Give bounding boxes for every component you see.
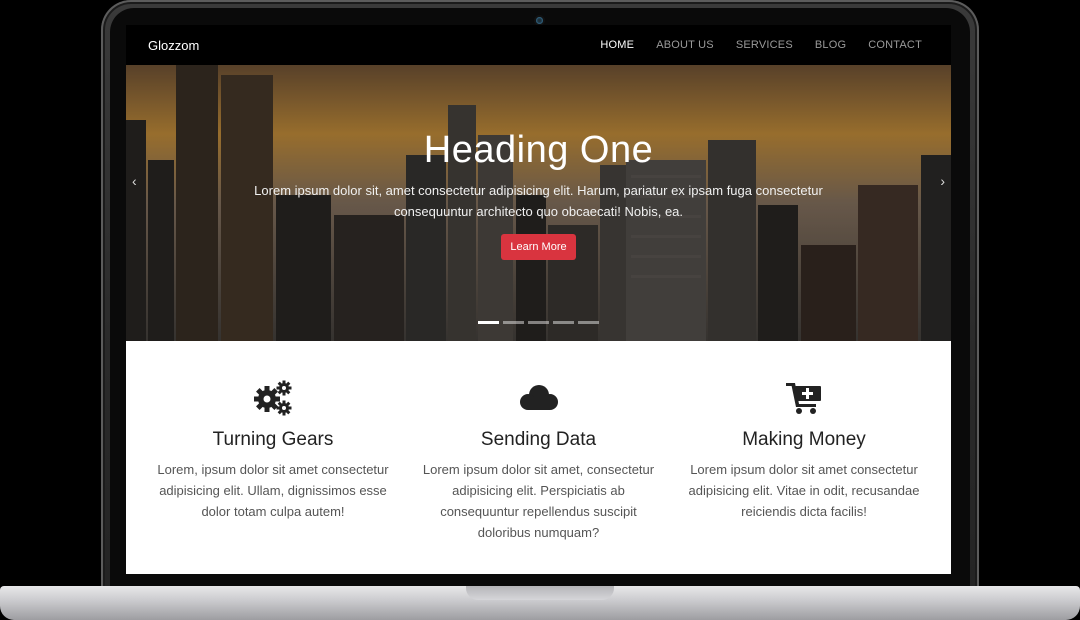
nav-link-about-us[interactable]: ABOUT US bbox=[656, 39, 714, 51]
feature-text: Lorem, ipsum dolor sit amet consectetur … bbox=[157, 462, 389, 519]
hero-carousel: ‹ › Heading One Lorem ipsum dolor sit, a… bbox=[126, 65, 951, 341]
navbar: Glozzom HOME ABOUT US SERVICES BLOG CONT… bbox=[126, 25, 951, 65]
learn-more-button[interactable]: Learn More bbox=[501, 234, 576, 260]
carousel-indicator[interactable] bbox=[503, 321, 524, 324]
features-section: Turning Gears Lorem, ipsum dolor sit ame… bbox=[126, 341, 951, 543]
nav-link-contact[interactable]: CONTACT bbox=[868, 39, 922, 51]
feature-title: Turning Gears bbox=[212, 429, 334, 450]
nav-link-services[interactable]: SERVICES bbox=[736, 39, 793, 51]
nav-link-home[interactable]: HOME bbox=[600, 39, 634, 51]
gears-icon bbox=[153, 379, 393, 417]
feature-sending-data: Sending Data Lorem ipsum dolor sit amet,… bbox=[419, 379, 659, 543]
webcam-icon bbox=[536, 17, 543, 24]
nav-link-blog[interactable]: BLOG bbox=[815, 39, 846, 51]
feature-title: Making Money bbox=[742, 429, 866, 450]
hero-caption: Heading One Lorem ipsum dolor sit, amet … bbox=[126, 129, 951, 260]
carousel-indicator[interactable] bbox=[528, 321, 549, 324]
feature-text: Lorem ipsum dolor sit amet, consectetur … bbox=[422, 462, 655, 540]
website-screen: Glozzom HOME ABOUT US SERVICES BLOG CONT… bbox=[126, 25, 951, 574]
hero-text: Lorem ipsum dolor sit, amet consectetur … bbox=[254, 183, 823, 219]
feature-text: Lorem ipsum dolor sit amet consectetur a… bbox=[688, 462, 920, 519]
feature-making-money: Making Money Lorem ipsum dolor sit amet … bbox=[684, 379, 924, 543]
brand-logo[interactable]: Glozzom bbox=[148, 38, 199, 53]
nav-links: HOME ABOUT US SERVICES BLOG CONTACT bbox=[600, 39, 922, 51]
laptop-base-notch bbox=[466, 586, 614, 600]
cloud-icon bbox=[419, 379, 659, 417]
hero-title: Heading One bbox=[423, 129, 654, 171]
carousel-indicator[interactable] bbox=[478, 321, 499, 324]
carousel-indicators bbox=[126, 321, 951, 324]
feature-turning-gears: Turning Gears Lorem, ipsum dolor sit ame… bbox=[153, 379, 393, 543]
carousel-indicator[interactable] bbox=[578, 321, 599, 324]
carousel-indicator[interactable] bbox=[553, 321, 574, 324]
feature-title: Sending Data bbox=[480, 429, 597, 450]
cart-plus-icon bbox=[684, 379, 924, 417]
